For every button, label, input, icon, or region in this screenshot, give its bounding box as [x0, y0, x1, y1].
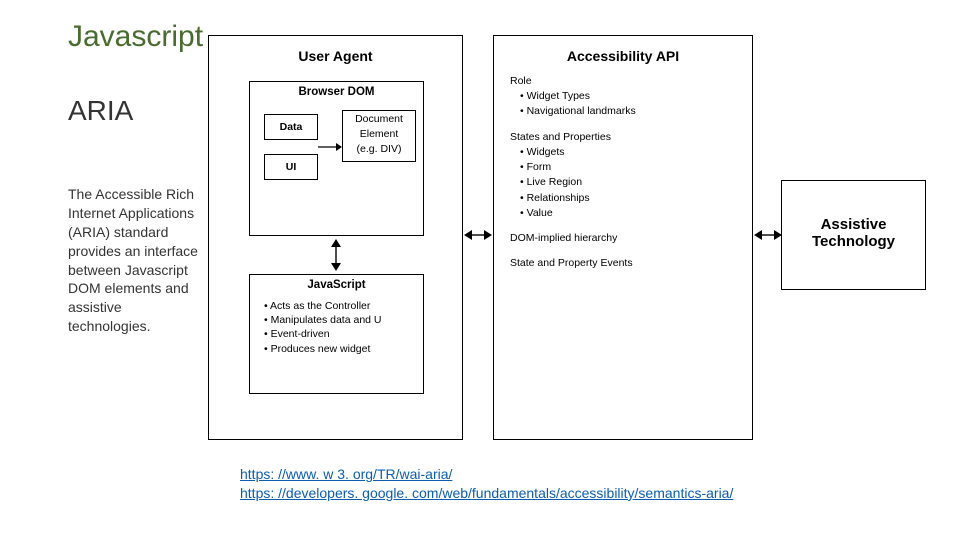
- sp-item-1: Form: [527, 161, 552, 173]
- states-properties-header: States and Properties: [510, 130, 752, 145]
- arrow-icon: [318, 142, 342, 152]
- data-label: Data: [265, 115, 317, 133]
- accessibility-api-column: Accessibility API Role • Widget Types • …: [493, 35, 753, 440]
- assistive-technology-column: Assistive Technology: [781, 180, 926, 290]
- role-item-1: Navigational landmarks: [527, 105, 636, 117]
- document-element-box: Document Element (e.g. DIV): [342, 110, 416, 162]
- javascript-label: JavaScript: [250, 275, 423, 291]
- reference-links: https: //www. w 3. org/TR/wai-aria/ http…: [240, 465, 733, 503]
- aria-diagram: User Agent Browser DOM Data UI Document …: [198, 30, 938, 450]
- sp-item-0: Widgets: [527, 146, 565, 158]
- link-wai-aria[interactable]: https: //www. w 3. org/TR/wai-aria/: [240, 466, 452, 482]
- user-agent-column: User Agent Browser DOM Data UI Document …: [208, 35, 463, 440]
- data-box: Data: [264, 114, 318, 140]
- javascript-box: JavaScript • Acts as the Controller • Ma…: [249, 274, 424, 394]
- accessibility-api-title: Accessibility API: [494, 48, 752, 64]
- accessibility-api-list: Role • Widget Types • Navigational landm…: [494, 64, 752, 271]
- double-arrow-horizontal-icon: [754, 228, 782, 242]
- js-bullet-1: Manipulates data and U: [271, 314, 382, 326]
- js-bullet-0: Acts as the Controller: [270, 300, 370, 312]
- sp-item-2: Live Region: [527, 176, 582, 188]
- body-paragraph: The Accessible Rich Internet Application…: [68, 185, 198, 336]
- link-google-aria[interactable]: https: //developers. google. com/web/fun…: [240, 485, 733, 501]
- role-item-0: Widget Types: [527, 90, 590, 102]
- sp-item-4: Value: [527, 207, 553, 219]
- role-header: Role: [510, 74, 752, 89]
- double-arrow-vertical-icon: [329, 239, 343, 271]
- page-title: Javascript: [68, 20, 203, 54]
- doc-elem-line2: Element: [343, 126, 415, 141]
- double-arrow-horizontal-icon: [464, 228, 492, 242]
- ui-box: UI: [264, 154, 318, 180]
- ui-label: UI: [265, 155, 317, 173]
- doc-elem-line1: Document: [343, 111, 415, 126]
- dom-hierarchy-label: DOM-implied hierarchy: [510, 231, 752, 246]
- js-bullet-3: Produces new widget: [271, 343, 371, 355]
- browser-dom-label: Browser DOM: [250, 82, 423, 98]
- sp-item-3: Relationships: [527, 192, 590, 204]
- state-property-events-label: State and Property Events: [510, 256, 752, 271]
- js-bullet-2: Event-driven: [271, 328, 330, 340]
- browser-dom-box: Browser DOM Data UI Document Element (e.…: [249, 81, 424, 236]
- user-agent-title: User Agent: [209, 48, 462, 64]
- assistive-technology-title: Assistive Technology: [782, 216, 925, 250]
- doc-elem-line3: (e.g. DIV): [343, 141, 415, 156]
- page-subtitle: ARIA: [68, 95, 133, 127]
- javascript-bullets: • Acts as the Controller • Manipulates d…: [250, 291, 423, 356]
